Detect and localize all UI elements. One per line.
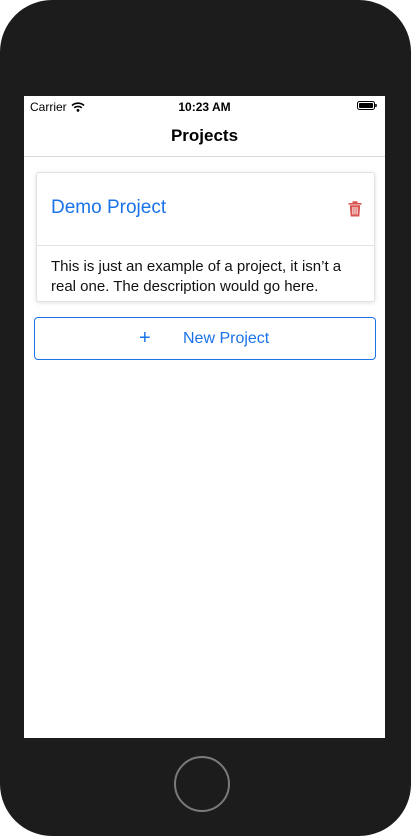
project-title[interactable]: Demo Project	[51, 197, 166, 219]
page-title: Projects	[170, 126, 239, 145]
battery-icon	[357, 101, 377, 110]
navigation-bar: Projects	[24, 116, 385, 157]
project-card[interactable]: Demo Project This is just an example of …	[36, 172, 375, 302]
new-project-label: New Project	[183, 330, 270, 347]
clock: 10:23 AM	[178, 100, 231, 114]
status-bar: Carrier 10:23 AM	[24, 96, 385, 116]
home-button[interactable]	[174, 756, 230, 812]
new-project-button[interactable]: + New Project	[34, 317, 376, 360]
project-description: This is just an example of a project, it…	[51, 258, 342, 295]
plus-icon: +	[139, 327, 151, 349]
device-frame: Carrier 10:23 AM Projects Demo Project T…	[0, 0, 411, 836]
project-card-header: Demo Project	[37, 173, 374, 246]
trash-icon[interactable]	[348, 201, 362, 217]
app-screen: Carrier 10:23 AM Projects Demo Project T…	[24, 96, 385, 738]
